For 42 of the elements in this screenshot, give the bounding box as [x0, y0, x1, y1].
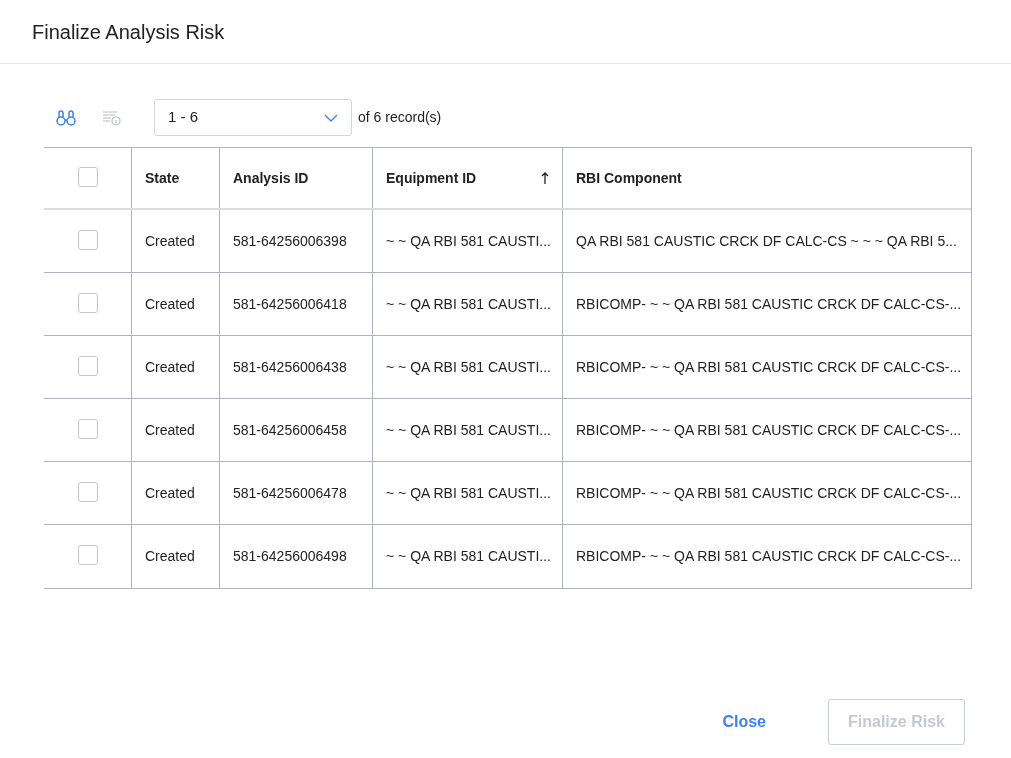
checkbox[interactable] — [77, 167, 98, 187]
table-cell-text: Created — [145, 294, 195, 314]
record-count: of 6 record(s) — [358, 108, 442, 127]
table-cell-text: ~ ~ QA RBI 581 CAUSTI... — [386, 357, 551, 377]
checkbox[interactable] — [77, 230, 98, 250]
checkbox[interactable] — [77, 419, 98, 439]
table-cell-text: RBICOMP- ~ ~ QA RBI 581 CAUSTIC CRCK DF CALC-CS-... — [576, 420, 962, 440]
table-cell-text: 581-64256006498 — [233, 547, 347, 566]
table-cell-text: 581-64256006438 — [233, 357, 347, 377]
table-cell-text: Created — [145, 547, 195, 566]
binoculars-icon[interactable] — [56, 109, 76, 126]
close-button[interactable]: Close — [702, 699, 786, 745]
table-cell-text: RBICOMP- ~ ~ QA RBI 581 CAUSTIC CRCK DF CALC-CS-... — [576, 357, 962, 377]
table-cell-text: ~ ~ QA RBI 581 CAUSTI... — [386, 294, 551, 314]
table-cell-text: Created — [145, 357, 195, 377]
range-dropdown[interactable]: 1 - 6 — [154, 99, 352, 136]
table-cell-text: QA RBI 581 CAUSTIC CRCK DF CALC-CS ~ ~ ~ QA RBI 5... — [576, 231, 957, 251]
chevron-down-icon — [324, 113, 338, 122]
dialog-title: Finalize Analysis Risk — [32, 19, 225, 45]
table-cell-text: 581-64256006458 — [233, 420, 347, 440]
table-cell-text: RBICOMP- ~ ~ QA RBI 581 CAUSTIC CRCK DF CALC-CS-... — [576, 483, 962, 503]
table-cell-text: ~ ~ QA RBI 581 CAUSTI... — [386, 483, 551, 503]
table-cell-text: Created — [145, 420, 195, 440]
table-cell-text: ~ ~ QA RBI 581 CAUSTI... — [386, 547, 551, 566]
column-header[interactable]: RBI Component — [563, 148, 971, 208]
table-cell-text: ~ ~ QA RBI 581 CAUSTI... — [386, 420, 551, 440]
list-info-icon[interactable] — [102, 109, 122, 126]
table-cell-text: 581-64256006478 — [233, 483, 347, 503]
checkbox[interactable] — [77, 545, 98, 565]
table-cell-text: Created — [145, 483, 195, 503]
table-cell-text: 581-64256006398 — [233, 231, 347, 251]
table-cell-text: RBICOMP- ~ ~ QA RBI 581 CAUSTIC CRCK DF CALC-CS-... — [576, 547, 962, 566]
column-header[interactable]: Equipment ID — [373, 148, 563, 208]
column-header[interactable]: State — [132, 148, 220, 208]
checkbox[interactable] — [77, 293, 98, 313]
column-header[interactable]: Analysis ID — [220, 148, 373, 208]
checkbox[interactable] — [77, 356, 98, 376]
checkbox[interactable] — [77, 482, 98, 502]
table-cell-text: 581-64256006418 — [233, 294, 347, 314]
table-cell-text: ~ ~ QA RBI 581 CAUSTI... — [386, 231, 551, 251]
table-cell-text: Created — [145, 231, 195, 251]
table-cell-text: RBICOMP- ~ ~ QA RBI 581 CAUSTIC CRCK DF CALC-CS-... — [576, 294, 962, 314]
